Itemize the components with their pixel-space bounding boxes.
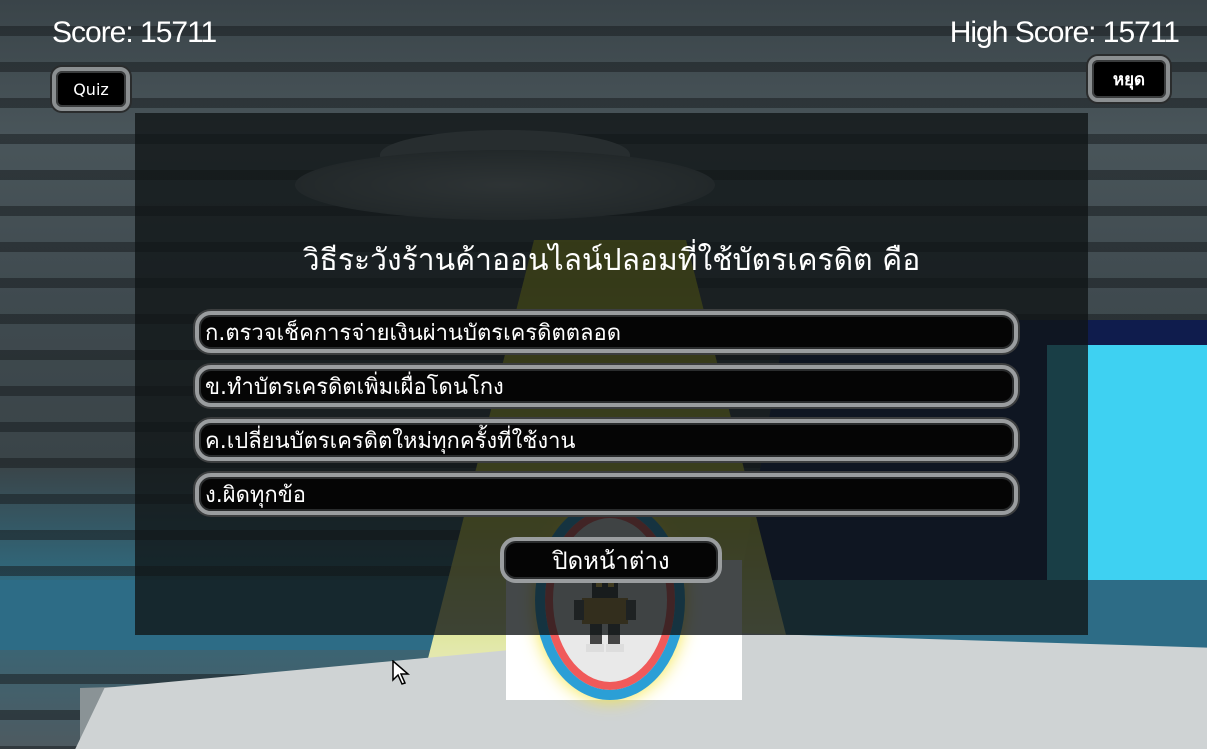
pause-button[interactable]: หยุด	[1088, 56, 1170, 102]
score-display: Score: 15711	[52, 16, 217, 49]
close-window-button[interactable]: ปิดหน้าต่าง	[500, 537, 722, 583]
answer-option-a[interactable]: ก.ตรวจเช็คการจ่ายเงินผ่านบัตรเครดิตตลอด	[195, 311, 1018, 353]
quiz-question: วิธีระวังร้านค้าออนไลน์ปลอมที่ใช้บัตรเคร…	[302, 243, 921, 278]
mouse-cursor-icon	[392, 660, 411, 685]
quiz-dialog: วิธีระวังร้านค้าออนไลน์ปลอมที่ใช้บัตรเคร…	[135, 113, 1088, 635]
answer-option-b[interactable]: ข.ทำบัตรเครดิตเพิ่มเผื่อโดนโกง	[195, 365, 1018, 407]
answer-option-c[interactable]: ค.เปลี่ยนบัตรเครดิตใหม่ทุกครั้งที่ใช้งาน	[195, 419, 1018, 461]
game-scene: Score: 15711 High Score: 15711 Quiz หยุด…	[0, 0, 1207, 749]
quiz-button[interactable]: Quiz	[52, 67, 130, 111]
answer-option-d[interactable]: ง.ผิดทุกข้อ	[195, 473, 1018, 515]
high-score-display: High Score: 15711	[949, 16, 1180, 49]
